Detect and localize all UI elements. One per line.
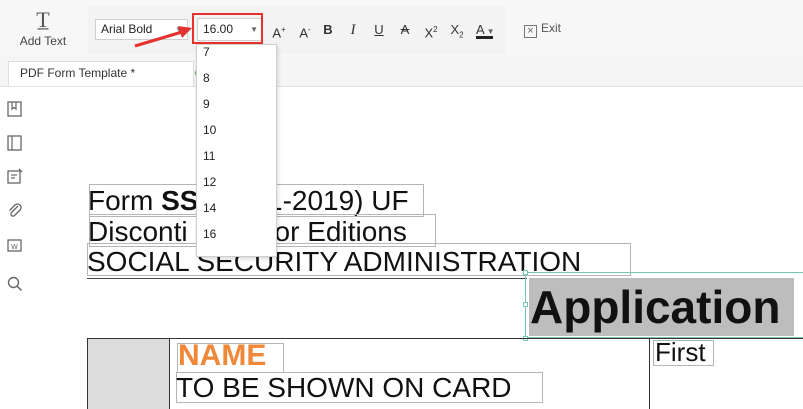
increase-font-icon: A xyxy=(272,25,281,41)
chevron-down-icon: ▼ xyxy=(486,27,495,36)
form-number-text[interactable]: Form SS xyxy=(88,186,198,216)
decrease-font-button[interactable]: A- xyxy=(296,18,314,42)
exit-label: Exit xyxy=(541,21,562,35)
font-size-option[interactable]: 11 xyxy=(203,147,215,165)
font-color-icon: A xyxy=(476,22,485,37)
exit-button[interactable]: × Exit xyxy=(524,21,561,39)
comment-icon[interactable] xyxy=(6,168,24,186)
font-size-option[interactable]: 10 xyxy=(203,121,216,139)
tab-label: PDF Form Template * xyxy=(20,66,136,80)
first-name-label[interactable]: First xyxy=(655,338,706,366)
underline-icon: U xyxy=(374,22,384,37)
superscript-button[interactable]: X2 xyxy=(422,18,440,42)
increase-font-button[interactable]: A+ xyxy=(270,18,288,42)
font-size-option[interactable]: 8 xyxy=(203,69,210,87)
signature-icon[interactable]: W xyxy=(6,237,24,255)
divider xyxy=(87,278,527,279)
add-text-label: Add Text xyxy=(19,34,67,48)
font-size-highlight xyxy=(192,13,263,44)
italic-button[interactable]: I xyxy=(344,18,362,42)
underline-button[interactable]: U xyxy=(370,18,388,42)
resize-handle[interactable] xyxy=(523,302,528,307)
font-size-dropdown: 7 8 9 10 11 12 14 16 xyxy=(196,44,277,257)
name-label[interactable]: NAME xyxy=(178,340,266,372)
annotation-arrow-icon xyxy=(134,26,192,48)
attachment-icon[interactable] xyxy=(6,202,24,220)
form-number-prefix: Form xyxy=(88,185,162,216)
strikethrough-icon: A xyxy=(400,22,410,37)
selection-frame[interactable] xyxy=(525,272,803,338)
subscript-mark: 2 xyxy=(459,30,464,40)
font-size-option[interactable]: 12 xyxy=(203,173,216,191)
superscript-icon: X xyxy=(424,25,434,41)
tab-pdf-form-template[interactable]: PDF Form Template * xyxy=(8,61,194,86)
decrease-font-mark: - xyxy=(308,25,311,34)
strikethrough-button[interactable]: A xyxy=(396,18,414,42)
add-text-button[interactable]: T̲ Add Text xyxy=(12,8,74,52)
bold-icon: B xyxy=(323,22,333,37)
font-size-option[interactable]: 14 xyxy=(203,199,216,217)
add-text-icon: T̲ xyxy=(36,7,50,32)
close-icon: × xyxy=(524,25,537,38)
bold-button[interactable]: B xyxy=(319,18,337,42)
form-number-bold: SS xyxy=(161,185,199,216)
italic-icon: I xyxy=(350,22,356,38)
svg-text:W: W xyxy=(11,243,18,251)
font-size-option[interactable]: 16 xyxy=(203,225,216,243)
decrease-font-icon: A xyxy=(299,25,308,41)
subscript-icon: X xyxy=(450,22,460,37)
table-cell-shaded xyxy=(87,339,170,409)
font-color-swatch xyxy=(476,36,493,39)
table-divider xyxy=(649,339,650,409)
superscript-mark: 2 xyxy=(433,25,438,34)
subscript-button[interactable]: X2 xyxy=(448,18,466,42)
agency-text[interactable]: SOCIAL SECURITY ADMINISTRATION xyxy=(87,247,581,277)
form-number-rest[interactable]: 1-2019) UF xyxy=(267,186,409,216)
font-size-option[interactable]: 9 xyxy=(203,95,210,113)
font-size-option[interactable]: 7 xyxy=(203,45,210,61)
bookmark-icon[interactable] xyxy=(6,100,24,118)
resize-handle[interactable] xyxy=(523,270,528,275)
page-thumbnail-icon[interactable] xyxy=(6,134,24,152)
search-icon[interactable] xyxy=(6,275,24,293)
increase-font-mark: + xyxy=(281,25,286,34)
name-subtitle[interactable]: TO BE SHOWN ON CARD xyxy=(176,373,512,403)
